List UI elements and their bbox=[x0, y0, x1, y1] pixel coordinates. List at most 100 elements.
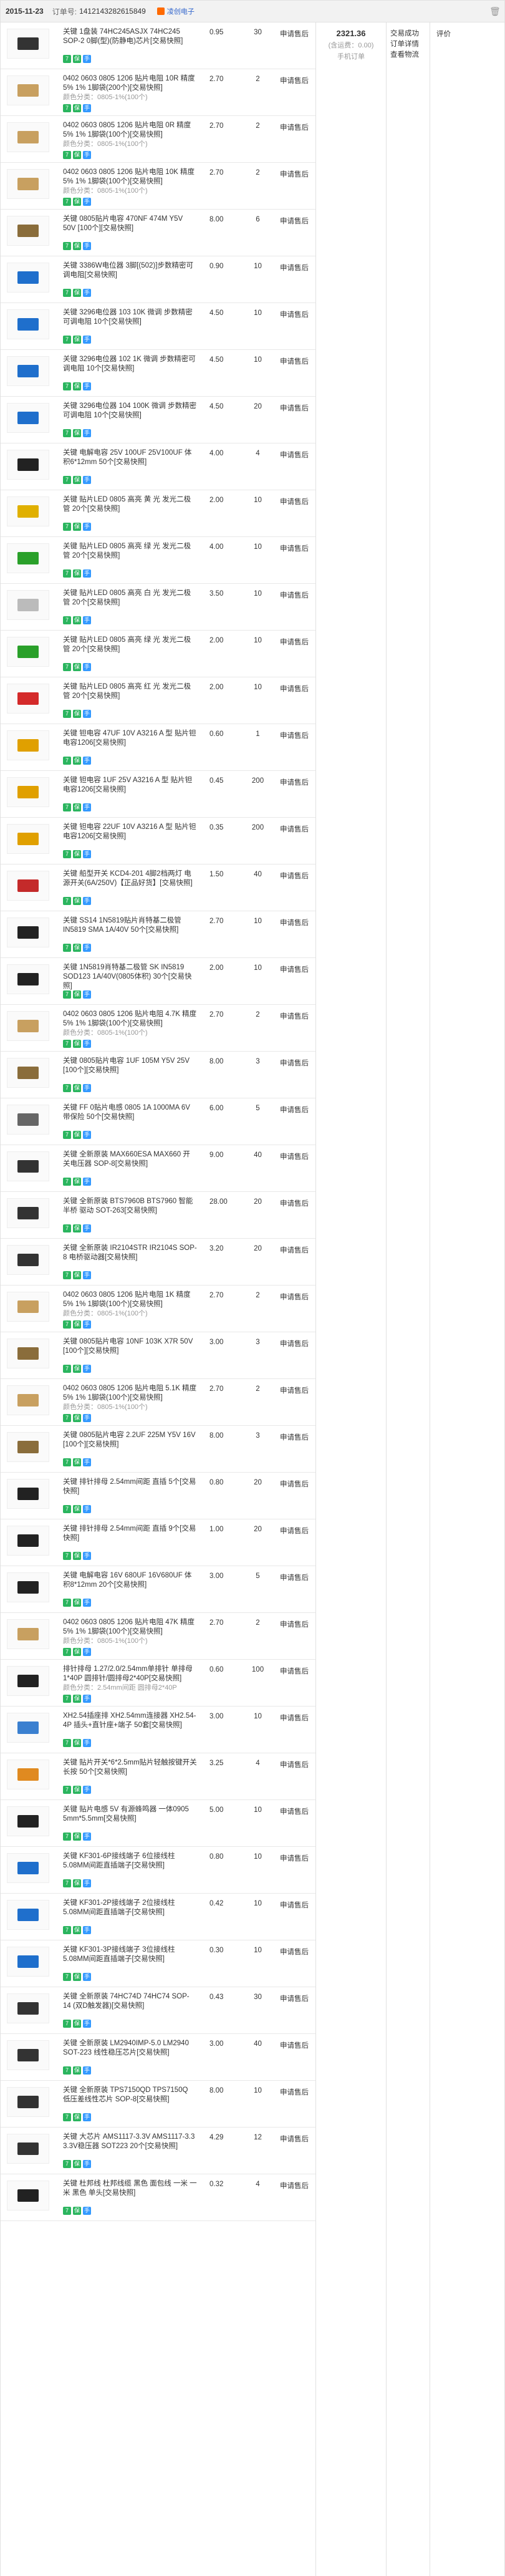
product-thumbnail[interactable] bbox=[7, 1198, 49, 1228]
product-title-link[interactable]: 关键 电解电容 25V 100UF 25V100UF 体积6*12mm 50个[… bbox=[63, 448, 197, 467]
after-sales-link[interactable]: 申请售后 bbox=[280, 1479, 315, 1489]
mobile-order-icon[interactable]: 手 bbox=[83, 1833, 91, 1841]
mobile-order-icon[interactable]: 手 bbox=[83, 2020, 91, 2028]
mobile-order-icon[interactable]: 手 bbox=[83, 990, 91, 999]
seven-day-return-icon[interactable]: 7 bbox=[63, 990, 71, 999]
mobile-order-icon[interactable]: 手 bbox=[83, 757, 91, 765]
after-sales-link[interactable]: 申请售后 bbox=[280, 450, 315, 460]
product-title-link[interactable]: 关键 贴片LED 0805 高亮 绿 光 发光二极管 20个[交易快照] bbox=[63, 542, 197, 561]
product-thumbnail[interactable] bbox=[7, 169, 49, 199]
product-thumbnail[interactable] bbox=[7, 450, 49, 480]
product-thumbnail[interactable] bbox=[7, 1993, 49, 2023]
product-thumbnail[interactable] bbox=[7, 964, 49, 994]
after-sales-link[interactable]: 申请售后 bbox=[280, 777, 315, 787]
guarantee-icon[interactable]: 保 bbox=[73, 1648, 81, 1656]
product-thumbnail[interactable] bbox=[7, 1339, 49, 1368]
mobile-order-icon[interactable]: 手 bbox=[83, 850, 91, 858]
mobile-order-icon[interactable]: 手 bbox=[83, 55, 91, 63]
mobile-order-icon[interactable]: 手 bbox=[83, 1695, 91, 1703]
after-sales-link[interactable]: 申请售后 bbox=[280, 496, 315, 506]
after-sales-link[interactable]: 申请售后 bbox=[280, 2040, 315, 2050]
seven-day-return-icon[interactable]: 7 bbox=[63, 1973, 71, 1981]
product-title-link[interactable]: 关键 FF 0贴片电感 0805 1A 1000MA 6V 带保险 50个[交易… bbox=[63, 1103, 197, 1122]
seven-day-return-icon[interactable]: 7 bbox=[63, 1040, 71, 1048]
product-title-link[interactable]: 关键 SS14 1N5819贴片肖特基二极管 IN5819 SMA 1A/40V… bbox=[63, 916, 197, 935]
product-thumbnail[interactable] bbox=[7, 1947, 49, 1977]
trash-icon[interactable]: 🗑 bbox=[489, 7, 501, 16]
product-thumbnail[interactable] bbox=[7, 2040, 49, 2070]
product-thumbnail[interactable] bbox=[7, 1385, 49, 1415]
product-title-link[interactable]: 关键 杜邦线 杜邦线缆 黑色 面包线 一米 一米 黑色 单头[交易快照] bbox=[63, 2179, 197, 2198]
mobile-order-icon[interactable]: 手 bbox=[83, 1739, 91, 1747]
seven-day-return-icon[interactable]: 7 bbox=[63, 2113, 71, 2121]
product-title-link[interactable]: 关键 全新原装 MAX660ESA MAX660 开关电压器 SOP-8[交易快… bbox=[63, 1150, 197, 1169]
guarantee-icon[interactable]: 保 bbox=[73, 1786, 81, 1794]
product-title-link[interactable]: 关键 1N5819肖特基二极管 SK IN5819 SOD123 1A/40V(… bbox=[63, 963, 197, 991]
after-sales-link[interactable]: 申请售后 bbox=[280, 356, 315, 366]
product-thumbnail[interactable] bbox=[7, 1292, 49, 1322]
seven-day-return-icon[interactable]: 7 bbox=[63, 242, 71, 250]
after-sales-link[interactable]: 申请售后 bbox=[280, 824, 315, 834]
after-sales-link[interactable]: 申请售后 bbox=[280, 2181, 315, 2191]
product-title-link[interactable]: 关键 钽电容 47UF 10V A3216 A 型 贴片钽电容1206[交易快照… bbox=[63, 729, 197, 748]
product-thumbnail[interactable] bbox=[7, 1151, 49, 1181]
guarantee-icon[interactable]: 保 bbox=[73, 429, 81, 437]
seven-day-return-icon[interactable]: 7 bbox=[63, 1458, 71, 1466]
seven-day-return-icon[interactable]: 7 bbox=[63, 1648, 71, 1656]
after-sales-link[interactable]: 申请售后 bbox=[280, 590, 315, 600]
mobile-order-icon[interactable]: 手 bbox=[83, 1320, 91, 1329]
mobile-order-icon[interactable]: 手 bbox=[83, 1224, 91, 1232]
product-thumbnail[interactable] bbox=[7, 1058, 49, 1088]
after-sales-link[interactable]: 申请售后 bbox=[280, 918, 315, 927]
seven-day-return-icon[interactable]: 7 bbox=[63, 1739, 71, 1747]
product-title-link[interactable]: 关键 贴片LED 0805 高亮 红 光 发光二极管 20个[交易快照] bbox=[63, 682, 197, 701]
guarantee-icon[interactable]: 保 bbox=[73, 1833, 81, 1841]
mobile-order-icon[interactable]: 手 bbox=[83, 104, 91, 112]
guarantee-icon[interactable]: 保 bbox=[73, 1926, 81, 1934]
mobile-order-icon[interactable]: 手 bbox=[83, 2160, 91, 2168]
after-sales-link[interactable]: 申请售后 bbox=[280, 543, 315, 553]
product-thumbnail[interactable] bbox=[7, 1105, 49, 1135]
product-title-link[interactable]: 关键 排针排母 2.54mm间距 直插 9个[交易快照] bbox=[63, 1524, 197, 1543]
after-sales-link[interactable]: 申请售后 bbox=[280, 1993, 315, 2003]
mobile-order-icon[interactable]: 手 bbox=[83, 1458, 91, 1466]
seven-day-return-icon[interactable]: 7 bbox=[63, 663, 71, 671]
product-thumbnail[interactable] bbox=[7, 1432, 49, 1462]
product-title-link[interactable]: 关键 全新原装 IR2104STR IR2104S SOP-8 电桥驱动器[交易… bbox=[63, 1244, 197, 1262]
guarantee-icon[interactable]: 保 bbox=[73, 1084, 81, 1092]
seven-day-return-icon[interactable]: 7 bbox=[63, 1599, 71, 1607]
guarantee-icon[interactable]: 保 bbox=[73, 616, 81, 624]
after-sales-link[interactable]: 申请售后 bbox=[280, 1058, 315, 1068]
guarantee-icon[interactable]: 保 bbox=[73, 1879, 81, 1887]
guarantee-icon[interactable]: 保 bbox=[73, 104, 81, 112]
product-thumbnail[interactable] bbox=[7, 590, 49, 620]
product-title-link[interactable]: 关键 0805贴片电容 2.2UF 225M Y5V 16V [100个][交易… bbox=[63, 1431, 197, 1450]
product-title-link[interactable]: 关键 贴片LED 0805 高亮 白 光 发光二极管 20个[交易快照] bbox=[63, 589, 197, 608]
seven-day-return-icon[interactable]: 7 bbox=[63, 2160, 71, 2168]
seven-day-return-icon[interactable]: 7 bbox=[63, 1926, 71, 1934]
product-thumbnail[interactable] bbox=[7, 1900, 49, 1930]
after-sales-link[interactable]: 申请售后 bbox=[280, 1385, 315, 1395]
seven-day-return-icon[interactable]: 7 bbox=[63, 289, 71, 297]
seven-day-return-icon[interactable]: 7 bbox=[63, 336, 71, 344]
product-title-link[interactable]: 关键 钽电容 22UF 10V A3216 A 型 贴片钽电容1206[交易快照… bbox=[63, 823, 197, 841]
after-sales-link[interactable]: 申请售后 bbox=[280, 637, 315, 647]
after-sales-link[interactable]: 申请售后 bbox=[280, 75, 315, 85]
seven-day-return-icon[interactable]: 7 bbox=[63, 569, 71, 578]
product-thumbnail[interactable] bbox=[7, 777, 49, 807]
view-logistics-link[interactable]: 查看物流 bbox=[390, 50, 430, 61]
product-thumbnail[interactable] bbox=[7, 1853, 49, 1883]
product-thumbnail[interactable] bbox=[7, 1572, 49, 1602]
seven-day-return-icon[interactable]: 7 bbox=[63, 2207, 71, 2215]
mobile-order-icon[interactable]: 手 bbox=[83, 2113, 91, 2121]
product-thumbnail[interactable] bbox=[7, 1713, 49, 1743]
product-title-link[interactable]: 关键 贴片开关*6*2.5mm贴片轻触按键开关 长按 50个[交易快照] bbox=[63, 1758, 197, 1777]
after-sales-link[interactable]: 申请售后 bbox=[280, 1806, 315, 1816]
seven-day-return-icon[interactable]: 7 bbox=[63, 429, 71, 437]
seven-day-return-icon[interactable]: 7 bbox=[63, 1552, 71, 1560]
seven-day-return-icon[interactable]: 7 bbox=[63, 1833, 71, 1841]
after-sales-link[interactable]: 申请售后 bbox=[280, 309, 315, 319]
product-title-link[interactable]: 0402 0603 0805 1206 贴片电阻 0R 精度5% 1% 1脚袋(… bbox=[63, 121, 197, 140]
guarantee-icon[interactable]: 保 bbox=[73, 1973, 81, 1981]
product-thumbnail[interactable] bbox=[7, 637, 49, 667]
